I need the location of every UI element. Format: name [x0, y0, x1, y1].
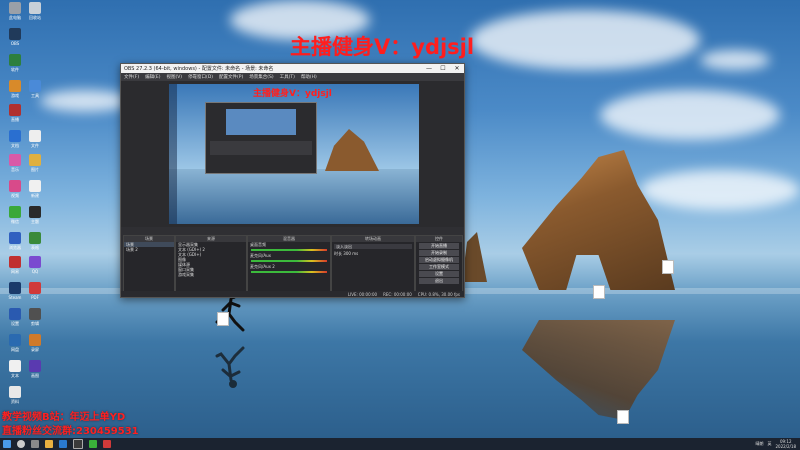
desktop-icon[interactable]: 资料 — [2, 386, 28, 404]
mixer-channel-label: 麦克风/Aux 2 — [250, 264, 275, 269]
volume-meter[interactable] — [251, 271, 327, 273]
menu-docks[interactable]: 停靠窗口(D) — [188, 74, 213, 80]
desktop-icon[interactable]: 表格 — [22, 232, 48, 250]
obs-docks: 场景 场景 场景 2 来源 显示器采集 文本 (GDI+) 2 文本 (GDI+… — [121, 227, 464, 297]
obs-window[interactable]: OBS 27.2.3 (64-bit, windows) - 配置文件: 未命名… — [120, 63, 465, 298]
desktop-icon[interactable]: 回收站 — [22, 2, 48, 20]
desktop-file-icon[interactable] — [593, 285, 605, 299]
maximize-button[interactable]: ☐ — [436, 65, 450, 72]
mixer-dock: 混音器 桌面音频 麦克风/Aux 麦克风/Aux 2 — [247, 235, 331, 292]
source-item[interactable]: 游戏采集 — [176, 272, 246, 277]
obs-taskbar-icon[interactable] — [73, 439, 83, 449]
cloud — [700, 50, 770, 70]
desktop-icon[interactable]: 文件 — [22, 130, 48, 148]
small-rock — [462, 232, 487, 282]
obs-titlebar[interactable]: OBS 27.2.3 (64-bit, windows) - 配置文件: 未命名… — [121, 64, 464, 73]
desktop-file-icon[interactable] — [617, 410, 629, 424]
rec-status: REC: 00:00:00 — [383, 291, 412, 297]
menu-file[interactable]: 文件(F) — [124, 74, 139, 80]
desktop-file-icon[interactable] — [217, 312, 229, 326]
start-streaming-button[interactable]: 开始直播 — [419, 243, 459, 249]
menu-profile[interactable]: 配置文件(P) — [219, 74, 243, 80]
volume-meter[interactable] — [251, 260, 327, 262]
transition-duration: 时长 300 ms — [332, 251, 414, 256]
menu-help[interactable]: 帮助(H) — [301, 74, 317, 80]
desktop-icon[interactable]: 工具 — [22, 80, 48, 98]
desktop-icon[interactable]: 图片 — [22, 154, 48, 172]
menu-edit[interactable]: 编辑(E) — [145, 74, 160, 80]
desktop-icon[interactable]: 软件 — [2, 54, 28, 72]
scenes-dock: 场景 场景 场景 2 — [123, 235, 175, 292]
menu-view[interactable]: 视图(V) — [166, 74, 182, 80]
obs-window-title: OBS 27.2.3 (64-bit, windows) - 配置文件: 未命名… — [124, 66, 274, 72]
ime-indicator[interactable]: 英 — [767, 441, 771, 447]
obs-menubar: 文件(F) 编辑(E) 视图(V) 停靠窗口(D) 配置文件(P) 场景集合(S… — [121, 73, 464, 81]
clock-date: 2022/2/18 — [775, 444, 796, 449]
overlay-title: 主播健身V：ydjsjl — [290, 35, 475, 59]
taskbar: 晴朗 英 09:12 2022/2/18 — [0, 438, 800, 450]
studio-mode-button[interactable]: 工作室模式 — [419, 264, 459, 270]
controls-dock: 控件 开始直播 开始录制 启动虚拟摄像机 工作室模式 设置 退出 — [415, 235, 463, 292]
runner-reflection — [215, 346, 245, 388]
search-icon[interactable] — [17, 440, 25, 448]
nested-obs-preview — [205, 102, 317, 174]
menu-tools[interactable]: 工具(T) — [280, 74, 295, 80]
clock[interactable]: 09:12 2022/2/18 — [775, 439, 796, 449]
cloud — [470, 10, 700, 70]
desktop-icon[interactable]: 录屏 — [22, 334, 48, 352]
scene-item[interactable]: 场景 2 — [124, 247, 174, 252]
system-tray: 晴朗 英 09:12 2022/2/18 — [755, 438, 796, 450]
mixer-channel-label: 桌面音频 — [250, 242, 266, 247]
virtual-camera-button[interactable]: 启动虚拟摄像机 — [419, 257, 459, 263]
desktop-icon[interactable]: PDF — [22, 282, 48, 300]
start-icon[interactable] — [3, 440, 11, 448]
weather-label[interactable]: 晴朗 — [755, 441, 763, 447]
cpu-status: CPU: 0.8%, 30.00 fps — [417, 291, 460, 297]
desktop-icon[interactable]: 直播 — [2, 104, 28, 122]
file-explorer-icon[interactable] — [45, 440, 53, 448]
desktop-file-icon[interactable] — [662, 260, 674, 274]
edge-icon[interactable] — [59, 440, 67, 448]
sea-arch-rock — [522, 150, 675, 290]
caption-fan-group: 直播粉丝交流群:230459531 — [2, 426, 139, 437]
mixer-channel-label: 麦克风/Aux — [250, 253, 271, 258]
desktop-icon[interactable]: 剪辑 — [22, 308, 48, 326]
desktop-icon[interactable]: QQ — [22, 256, 48, 274]
cloud — [600, 90, 780, 140]
desktop-icon[interactable]: 主题 — [22, 206, 48, 224]
duration-label: 时长 — [334, 251, 342, 256]
obs-statusbar: LIVE: 00:00:00 REC: 00:00:00 CPU: 0.8%, … — [121, 291, 464, 297]
rock-reflection — [522, 320, 675, 420]
desktop-icon[interactable]: 新建 — [22, 180, 48, 198]
volume-meter[interactable] — [251, 249, 327, 251]
minimize-button[interactable]: — — [422, 65, 436, 72]
app-icon[interactable] — [103, 440, 111, 448]
duration-value[interactable]: 300 ms — [343, 251, 358, 256]
cloud — [40, 90, 130, 112]
sources-dock: 来源 显示器采集 文本 (GDI+) 2 文本 (GDI+) 图像 媒体源 窗口… — [175, 235, 247, 292]
controls-dock-title: 控件 — [416, 236, 462, 242]
start-recording-button[interactable]: 开始录制 — [419, 250, 459, 256]
obs-preview[interactable]: 主播健身V：ydjsjl — [169, 84, 419, 224]
desktop: 此电脑 回收站 OBS 软件 游戏 工具 直播 文档 文件 音乐 图片 视频 新… — [0, 0, 800, 438]
exit-button[interactable]: 退出 — [419, 278, 459, 284]
wechat-icon[interactable] — [89, 440, 97, 448]
cloud — [640, 170, 800, 210]
menu-scene-collection[interactable]: 场景集合(S) — [249, 74, 273, 80]
preview-overlay-title: 主播健身V：ydjsjl — [253, 89, 332, 99]
desktop-icon[interactable]: OBS — [2, 28, 28, 46]
caption-bilibili: 教学视频B站：年迈上单YD — [2, 412, 126, 423]
transition-select[interactable]: 淡入淡出 — [334, 244, 412, 249]
transitions-dock: 转场动画 淡入淡出 时长 300 ms — [331, 235, 415, 292]
close-button[interactable]: ✕ — [450, 65, 464, 72]
live-status: LIVE: 00:00:00 — [347, 291, 378, 297]
desktop-icon[interactable]: 画图 — [22, 360, 48, 378]
task-view-icon[interactable] — [31, 440, 39, 448]
settings-button[interactable]: 设置 — [419, 271, 459, 277]
transitions-dock-title: 转场动画 — [332, 236, 414, 242]
